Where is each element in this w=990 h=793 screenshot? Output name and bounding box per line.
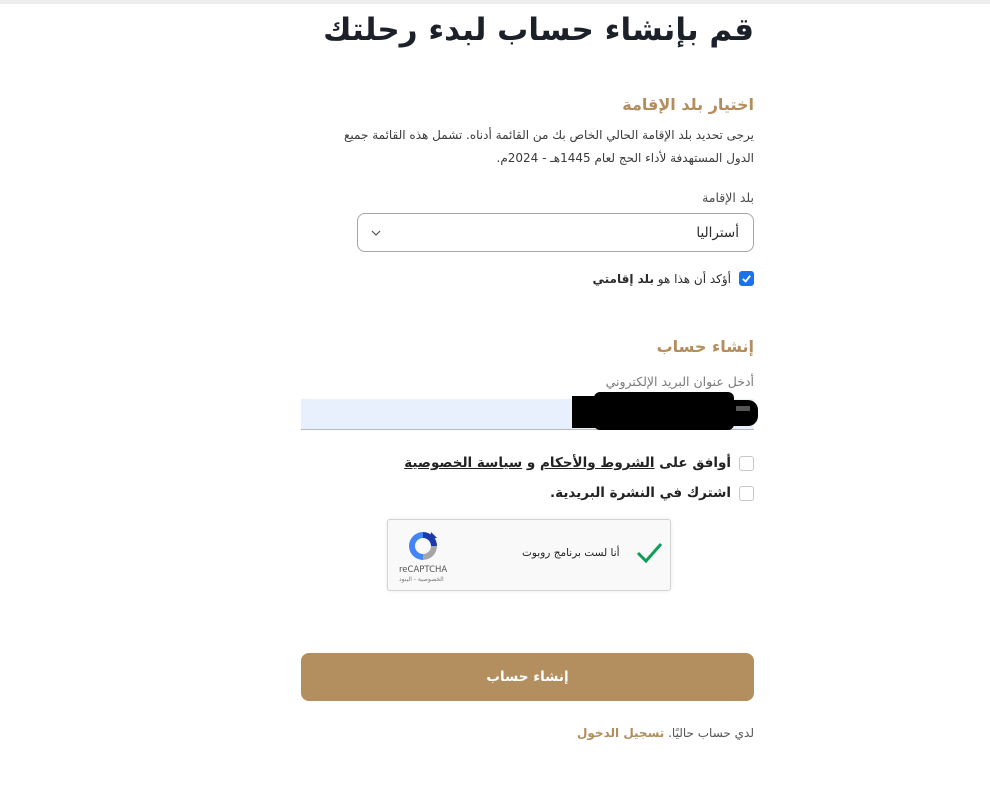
create-account-button[interactable]: إنشاء حساب [301, 653, 754, 701]
account-section-heading: إنشاء حساب [656, 337, 754, 356]
terms-label: أوافق على الشروط والأحكام و سياسة الخصوص… [404, 455, 731, 471]
country-select-value: أستراليا [696, 224, 739, 241]
confirm-country-text: أؤكد أن هذا هو [653, 271, 731, 286]
chevron-down-icon [371, 230, 381, 236]
residence-section-heading: اختيار بلد الإقامة [622, 95, 754, 114]
confirm-country-bold: بلد إقامتي [592, 271, 654, 286]
newsletter-checkbox[interactable] [739, 485, 754, 501]
confirm-country-checkbox[interactable] [739, 271, 754, 286]
terms-checkbox[interactable] [739, 455, 754, 471]
country-label: بلد الإقامة [702, 190, 754, 205]
residence-description: يرجى تحديد بلد الإقامة الحالي الخاص بك م… [344, 128, 754, 165]
signup-form: قم بإنشاء حساب لبدء رحلتك اختيار بلد الإ… [301, 0, 758, 793]
recaptcha-footer-links[interactable]: الخصوصية - البنود [399, 576, 444, 583]
login-link[interactable]: تسجيل الدخول [577, 726, 664, 740]
checkmark-icon [742, 275, 751, 283]
newsletter-label: اشترك في النشرة البريدية. [550, 485, 731, 501]
recaptcha-widget: reCAPTCHA الخصوصية - البنود أنا لست برنا… [387, 519, 671, 591]
email-label: أدخل عنوان البريد الإلكتروني [605, 374, 754, 389]
recaptcha-brand: reCAPTCHA [399, 565, 448, 575]
recaptcha-label: أنا لست برنامج روبوت [522, 547, 620, 559]
recaptcha-logo-icon [409, 532, 437, 560]
page-title: قم بإنشاء حساب لبدء رحلتك [323, 12, 754, 48]
newsletter-row: اشترك في النشرة البريدية. [550, 485, 754, 501]
terms-prefix: أوافق على [654, 455, 731, 471]
login-prompt: لدي حساب حاليًا. تسجيل الدخول [577, 726, 754, 740]
terms-and: و [522, 455, 540, 471]
terms-row: أوافق على الشروط والأحكام و سياسة الخصوص… [404, 455, 754, 471]
confirm-country-label: أؤكد أن هذا هو بلد إقامتي [592, 272, 731, 286]
terms-link[interactable]: الشروط والأحكام [540, 455, 655, 471]
country-select[interactable]: أستراليا [357, 213, 754, 252]
redacted-email-value [572, 392, 758, 430]
login-prompt-text: لدي حساب حاليًا. [664, 726, 754, 740]
recaptcha-checkmark-icon[interactable] [634, 538, 664, 568]
privacy-link[interactable]: سياسة الخصوصية [404, 455, 522, 471]
confirm-country-row: أؤكد أن هذا هو بلد إقامتي [592, 271, 754, 286]
